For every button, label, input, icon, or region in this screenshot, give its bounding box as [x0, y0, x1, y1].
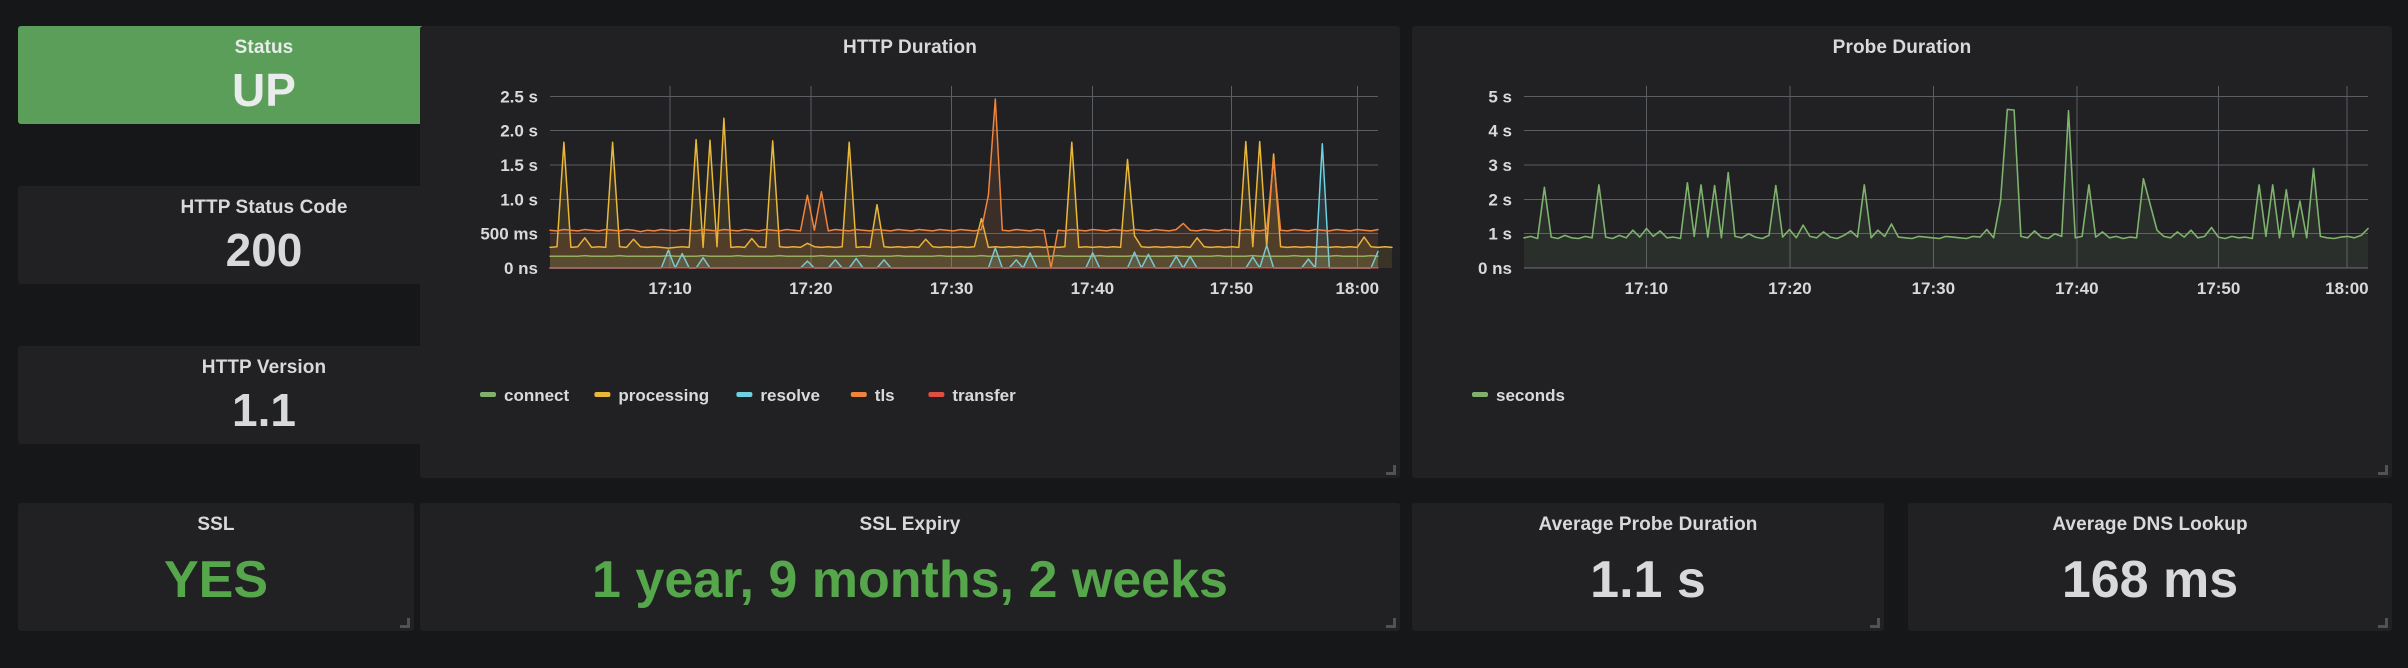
y-axis-tick-label: 5 s: [1488, 87, 1512, 106]
series-area-seconds: [1524, 109, 2368, 269]
x-axis-tick-label: 17:10: [1625, 279, 1668, 298]
x-axis-tick-label: 18:00: [1336, 279, 1379, 298]
legend-swatch-resolve: [736, 392, 753, 397]
panel-title-average-dns-lookup: Average DNS Lookup: [2052, 514, 2248, 535]
stat-value-average-dns-lookup: 168 ms: [2061, 551, 2239, 609]
panel-http-duration[interactable]: HTTP Duration 0 ns 500 ms 1.0 s 1.5 s 2.0 s2…: [420, 26, 1400, 478]
chart-http-duration[interactable]: 0 ns 500 ms 1.0 s 1.5 s 2.0 s 2.5 s 17:10 17:20…: [420, 26, 1400, 478]
y-axis-tick-label: 0 ns: [1478, 259, 1512, 278]
chart-legend: seconds: [1472, 386, 1565, 405]
panel-probe-duration[interactable]: Probe Duration 0 ns 1 s2 s3 s4 s5 s 17:10 1…: [1412, 26, 2392, 478]
x-axis-tick-label: 17:30: [930, 279, 973, 298]
panel-ssl[interactable]: SSL YES: [18, 503, 414, 631]
legend-swatch-tls: [850, 392, 867, 397]
series-area-tls: [550, 99, 1378, 268]
panel-average-probe-duration[interactable]: Average Probe Duration 1.1 s: [1412, 503, 1884, 631]
legend-label-connect[interactable]: connect: [504, 386, 570, 405]
grafana-dashboard: Status UP HTTP Status Code 200 HTTP Vers…: [0, 0, 2408, 668]
y-axis-tick-label: 4 s: [1488, 122, 1512, 141]
legend-swatch-transfer: [928, 392, 945, 397]
legend-swatch-processing: [594, 392, 611, 397]
chart-legend: connect processing resolve tls transfer: [480, 386, 1016, 405]
x-axis-tick-label: 17:50: [2197, 279, 2240, 298]
x-axis-tick-label: 17:10: [648, 279, 691, 298]
y-axis-tick-label: 2 s: [1488, 190, 1512, 209]
stat-value-ssl-expiry: 1 year, 9 months, 2 weeks: [592, 551, 1228, 609]
x-axis-tick-label: 17:20: [1768, 279, 1811, 298]
panel-title-average-probe-duration: Average Probe Duration: [1538, 514, 1758, 535]
legend-label-tls[interactable]: tls: [875, 386, 895, 405]
stat-value-average-probe-duration: 1.1 s: [1590, 551, 1706, 609]
panel-title-ssl: SSL: [197, 514, 235, 535]
stat-value-ssl: YES: [163, 551, 269, 609]
y-axis-tick-label: 1 s: [1488, 225, 1512, 244]
y-axis-tick-label: 3 s: [1488, 156, 1512, 175]
chart-probe-duration[interactable]: 0 ns 1 s 2 s 3 s 4 s 5 s 17:10 17:20 17:30 17:40 1…: [1412, 26, 2392, 478]
x-axis-tick-label: 17:40: [2055, 279, 2098, 298]
y-axis-tick-label: 2.0 s: [500, 122, 538, 141]
panel-title-ssl-expiry: SSL Expiry: [859, 514, 961, 535]
y-axis-tick-label: 2.5 s: [500, 87, 538, 106]
x-axis-tick-label: 17:40: [1071, 279, 1114, 298]
x-axis-tick-label: 17:50: [1210, 279, 1253, 298]
panel-ssl-expiry[interactable]: SSL Expiry 1 year, 9 months, 2 weeks: [420, 503, 1400, 631]
y-axis-tick-label: 1.0 s: [500, 190, 538, 209]
x-axis-tick-label: 17:30: [1912, 279, 1955, 298]
panel-average-dns-lookup[interactable]: Average DNS Lookup 168 ms: [1908, 503, 2392, 631]
y-axis-tick-label: 0 ns: [504, 259, 538, 278]
legend-swatch-seconds: [1472, 392, 1488, 397]
legend-label-resolve[interactable]: resolve: [760, 386, 820, 405]
series-line-seconds: [1523, 108, 2369, 240]
x-axis-tick-label: 18:00: [2325, 279, 2368, 298]
series-line-processing: [549, 117, 1393, 249]
chart-svg-http-duration: 0 ns 500 ms 1.0 s 1.5 s 2.0 s 2.5 s 17:10 17:20…: [480, 86, 1393, 405]
y-axis-tick-label: 500 ms: [480, 225, 538, 244]
legend-swatch-connect: [480, 392, 496, 397]
x-axis-tick-label: 17:20: [789, 279, 832, 298]
legend-label-transfer[interactable]: transfer: [952, 386, 1016, 405]
chart-svg-probe-duration: 0 ns 1 s 2 s 3 s 4 s 5 s 17:10 17:20 17:30 17:40 1…: [1472, 86, 2369, 405]
legend-label-seconds[interactable]: seconds: [1496, 386, 1565, 405]
y-axis-tick-label: 1.5 s: [500, 156, 538, 175]
legend-label-processing[interactable]: processing: [618, 386, 709, 405]
